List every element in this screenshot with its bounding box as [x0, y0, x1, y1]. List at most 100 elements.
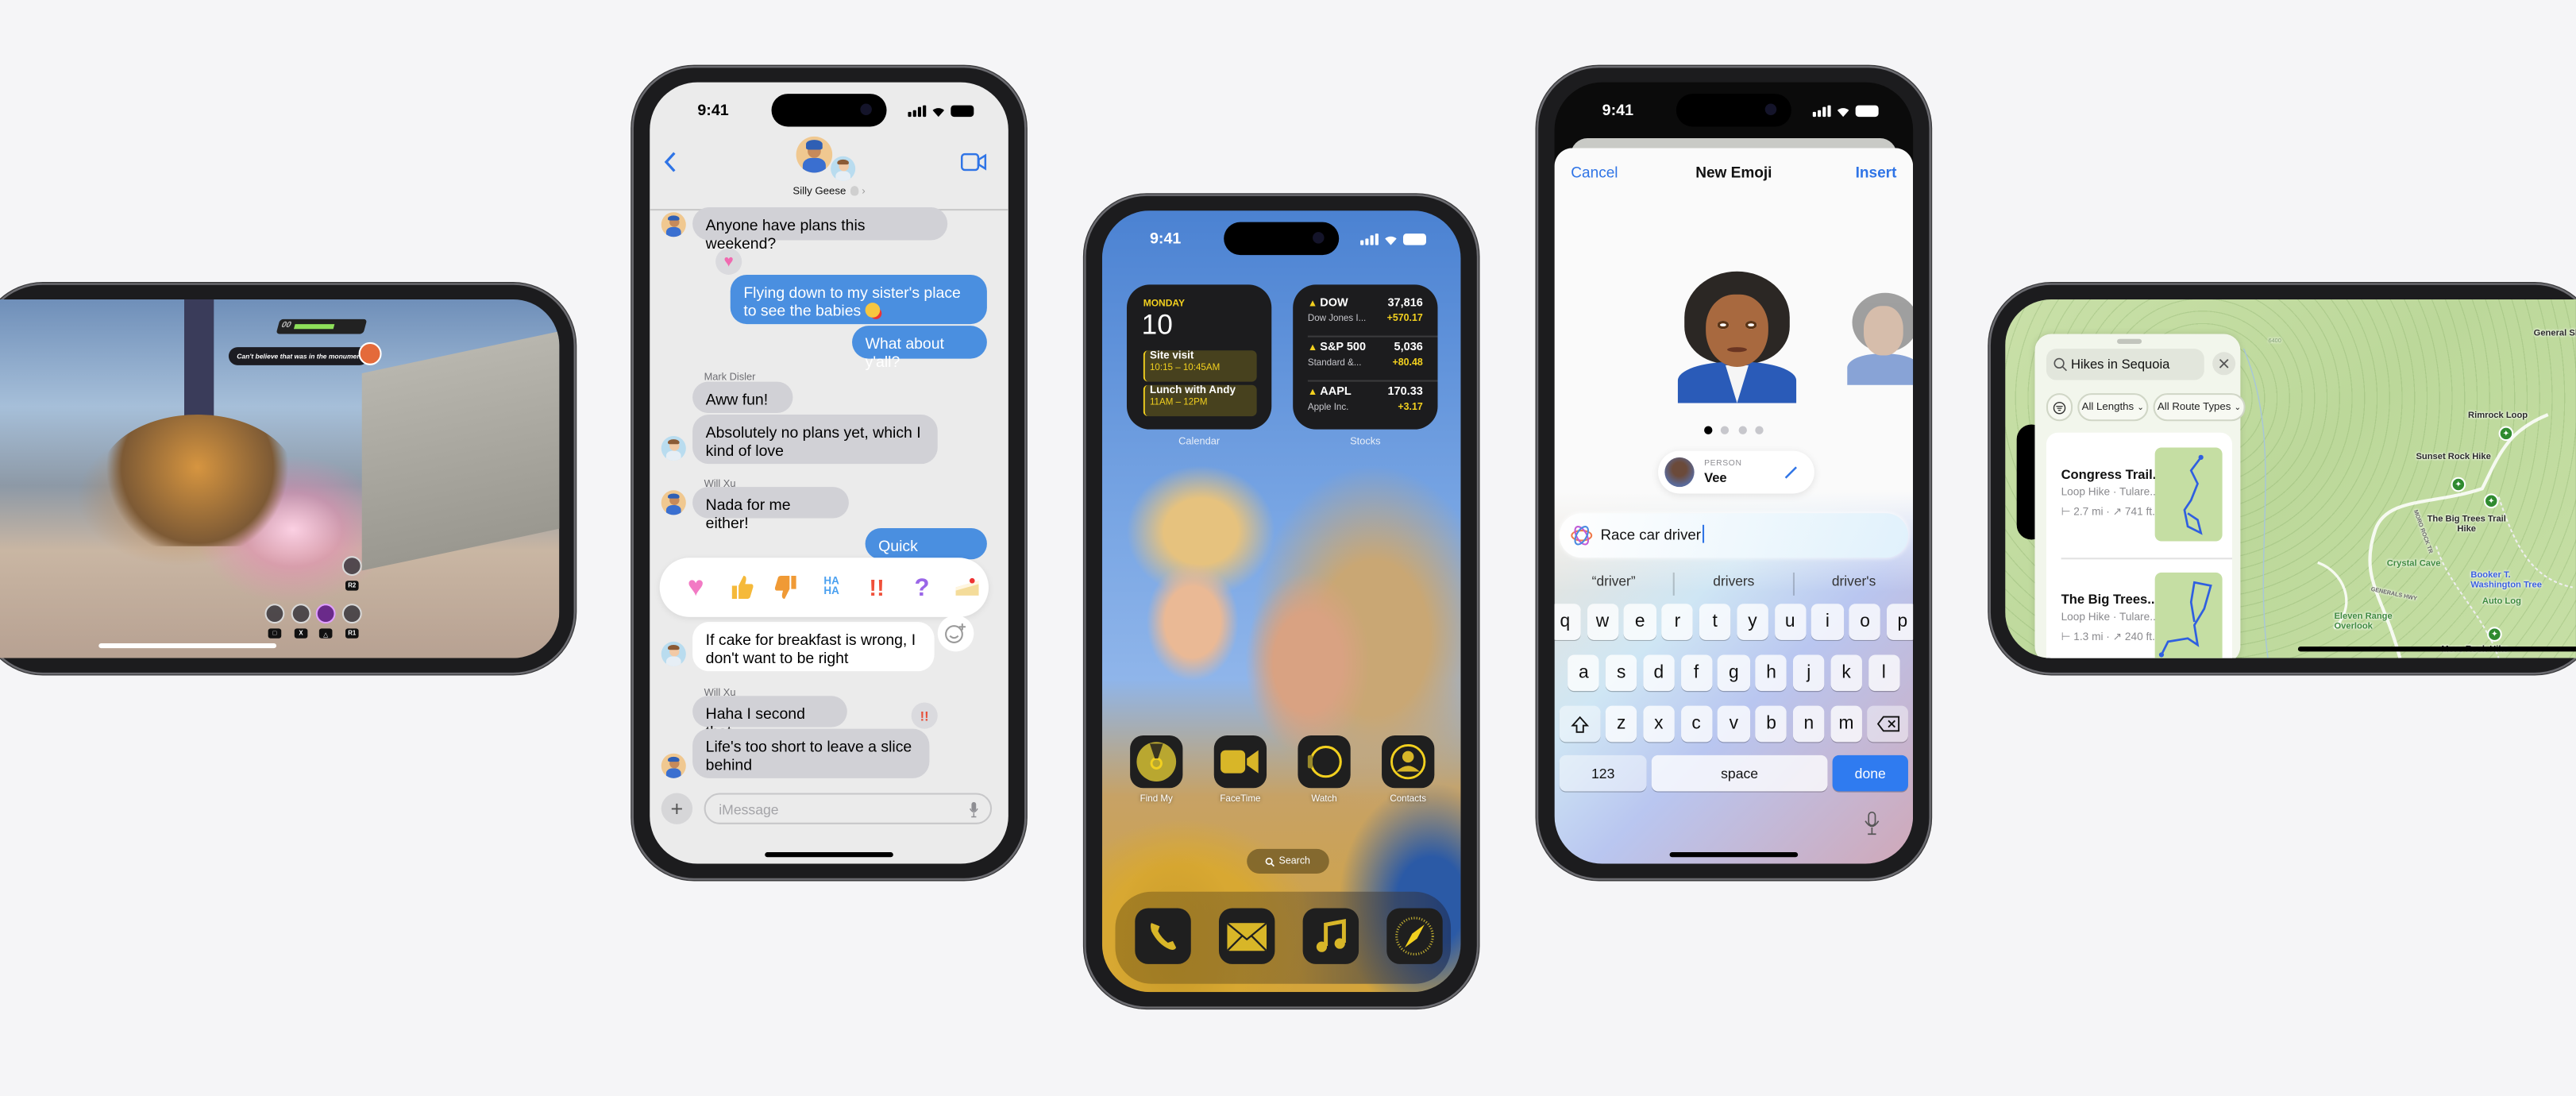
map-label[interactable]: Booker T. Washington Tree: [2470, 571, 2553, 592]
reaction-thumbs-up[interactable]: [724, 571, 757, 604]
app-watch[interactable]: [1298, 735, 1351, 789]
map-label[interactable]: Auto Log: [2482, 597, 2521, 608]
panel-grabber[interactable]: [2117, 338, 2142, 343]
key-k[interactable]: k: [1830, 654, 1862, 692]
calendar-event[interactable]: Lunch with Andy 11AM – 12PM: [1143, 384, 1257, 417]
hike-pin[interactable]: ✦: [2483, 493, 2499, 509]
sent-message[interactable]: Flying down to my sister's place to see …: [730, 274, 987, 325]
autocorrect-suggestion[interactable]: “driver”: [1555, 572, 1675, 596]
app-facetime[interactable]: [1213, 735, 1267, 789]
microphone-icon[interactable]: [969, 801, 978, 818]
map-label[interactable]: Sunset Rock Hike: [2408, 453, 2499, 463]
imessage-input[interactable]: iMessage: [704, 793, 993, 824]
received-message[interactable]: Aww fun!: [692, 381, 793, 413]
page-dot[interactable]: [1755, 426, 1764, 434]
person-pill[interactable]: PERSON Vee: [1658, 450, 1814, 494]
sender-avatar[interactable]: [661, 641, 686, 666]
group-avatar[interactable]: [796, 136, 833, 173]
sender-avatar[interactable]: [661, 753, 686, 778]
hike-result[interactable]: Congress Trail... Loop Hike · Tulare... ⊢ …: [2046, 433, 2232, 558]
shift-key[interactable]: [1559, 705, 1601, 743]
key-w[interactable]: w: [1587, 604, 1618, 640]
key-d[interactable]: d: [1643, 654, 1675, 692]
received-message[interactable]: Anyone have plans this weekend?: [692, 207, 948, 251]
page-dots[interactable]: [1555, 426, 1914, 434]
key-q[interactable]: q: [1554, 604, 1581, 640]
game-button[interactable]: [341, 556, 362, 577]
dock-phone[interactable]: [1135, 908, 1191, 964]
calendar-event[interactable]: Site visit 10:15 – 10:45AM: [1143, 350, 1257, 382]
game-button[interactable]: [291, 604, 311, 624]
received-message[interactable]: Nada for me either!: [692, 487, 849, 531]
reaction-thumbs-down[interactable]: [769, 571, 802, 604]
key-n[interactable]: n: [1792, 705, 1825, 743]
autocorrect-suggestion[interactable]: drivers: [1675, 572, 1795, 596]
calendar-widget[interactable]: MONDAY 10 Site visit 10:15 – 10:45AM Lunc…: [1126, 284, 1272, 430]
game-button[interactable]: [315, 604, 336, 624]
key-e[interactable]: e: [1624, 604, 1656, 640]
reaction-cake[interactable]: [951, 571, 983, 604]
reaction-ha-ha[interactable]: HA HA: [815, 571, 847, 604]
received-message[interactable]: Absolutely no plans yet, which I kind of…: [692, 415, 938, 465]
map-label[interactable]: Rimrock Loop: [2453, 411, 2543, 422]
plus-button[interactable]: +: [661, 793, 693, 824]
hike-result[interactable]: The Big Trees... Loop Hike · Tulare... ⊢ 1…: [2046, 558, 2232, 658]
key-p[interactable]: p: [1887, 604, 1914, 640]
numbers-key[interactable]: 123: [1559, 754, 1647, 792]
prompt-field[interactable]: Race car driver: [1559, 513, 1908, 558]
key-z[interactable]: z: [1605, 705, 1637, 743]
key-g[interactable]: g: [1718, 654, 1750, 692]
hike-pin[interactable]: ✦: [2487, 627, 2502, 642]
map-label[interactable]: 6400: [2269, 336, 2281, 346]
map-label[interactable]: Eleven Range Overlook: [2334, 612, 2408, 634]
home-indicator[interactable]: [1669, 852, 1799, 857]
generated-emoji[interactable]: [1677, 271, 1797, 403]
app-contacts[interactable]: [1382, 735, 1435, 789]
sent-message[interactable]: What about y'all?: [852, 326, 987, 369]
pencil-icon[interactable]: [1784, 464, 1800, 480]
back-chevron-icon[interactable]: [663, 152, 678, 173]
key-y[interactable]: y: [1737, 604, 1768, 640]
autocorrect-suggestion[interactable]: driver's: [1795, 573, 1913, 596]
key-t[interactable]: t: [1699, 604, 1731, 640]
key-o[interactable]: o: [1849, 604, 1881, 640]
filter-button[interactable]: [2046, 393, 2073, 422]
emoji-variant-next[interactable]: [1847, 292, 1914, 385]
key-b[interactable]: b: [1755, 705, 1787, 743]
reaction-heart[interactable]: ♥: [680, 571, 712, 604]
exclamation-tapback[interactable]: !!: [911, 702, 938, 729]
key-h[interactable]: h: [1755, 654, 1787, 692]
reaction--[interactable]: !!: [860, 571, 893, 604]
home-indicator[interactable]: [2297, 646, 2576, 651]
key-s[interactable]: s: [1605, 654, 1637, 692]
key-v[interactable]: v: [1718, 705, 1750, 743]
key-l[interactable]: l: [1868, 654, 1900, 692]
key-m[interactable]: m: [1830, 705, 1862, 743]
reaction--[interactable]: ?: [905, 571, 938, 604]
key-j[interactable]: j: [1792, 654, 1825, 692]
key-c[interactable]: c: [1680, 705, 1712, 743]
sender-avatar[interactable]: [661, 212, 686, 237]
add-reaction-button[interactable]: [937, 615, 974, 652]
hike-route-thumbnail[interactable]: [2154, 572, 2223, 658]
map-label[interactable]: Tr: [2545, 339, 2576, 349]
map-label[interactable]: General Sh: [2512, 329, 2576, 339]
page-dot[interactable]: [1721, 426, 1730, 434]
sender-avatar[interactable]: [661, 490, 686, 515]
stock-row[interactable]: ▲ S&P 500 Standard &... 5,036 +80.48: [1308, 342, 1423, 379]
map-label[interactable]: Crystal Cave: [2387, 559, 2441, 569]
key-u[interactable]: u: [1774, 604, 1807, 640]
search-field[interactable]: Hikes in Sequoia: [2046, 349, 2204, 380]
stock-row[interactable]: ▲ DOW Dow Jones I... 37,816 +570.17: [1308, 298, 1423, 334]
sender-avatar[interactable]: [661, 435, 686, 461]
key-r[interactable]: r: [1661, 604, 1694, 640]
insert-button[interactable]: Insert: [1856, 164, 1897, 181]
sent-message[interactable]: Quick question:: [865, 527, 987, 572]
app-find-my[interactable]: [1130, 735, 1183, 789]
dock-music[interactable]: [1302, 908, 1359, 964]
page-dot[interactable]: [1738, 426, 1747, 434]
done-key[interactable]: done: [1832, 754, 1908, 792]
key-i[interactable]: i: [1811, 604, 1844, 640]
dictation-microphone-icon[interactable]: [1864, 811, 1880, 836]
delete-key[interactable]: [1867, 705, 1908, 743]
